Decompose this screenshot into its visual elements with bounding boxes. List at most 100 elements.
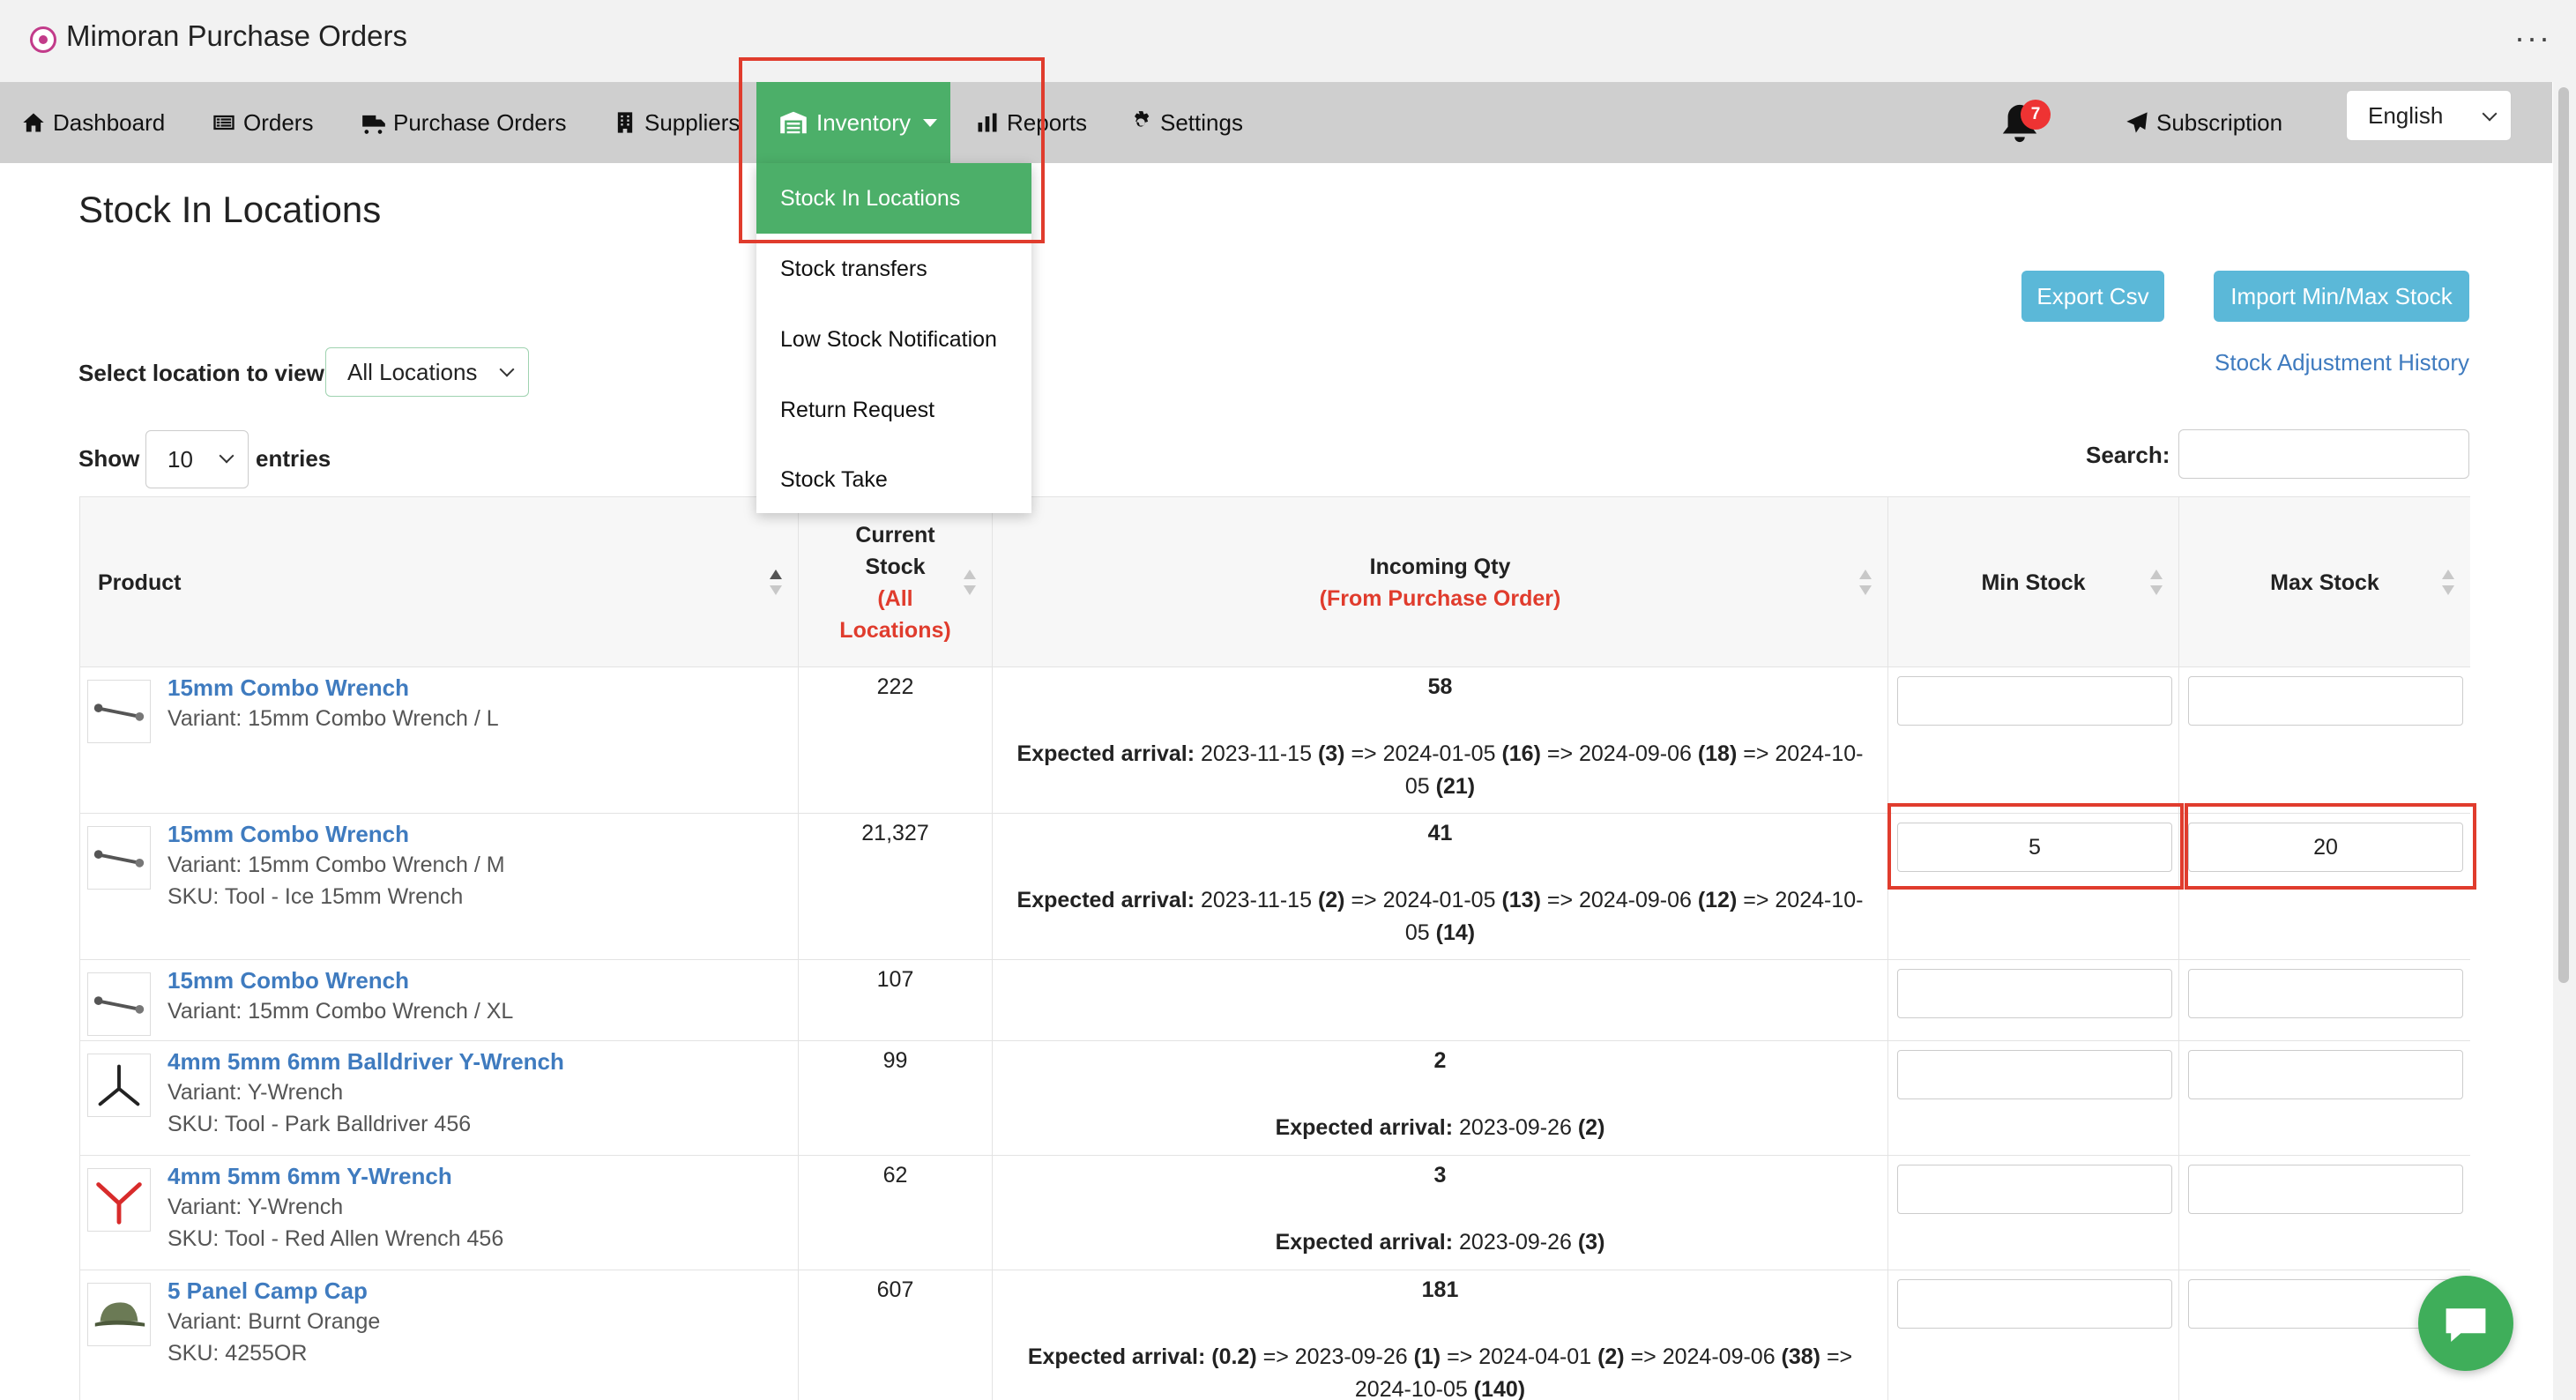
product-name-link[interactable]: 4mm 5mm 6mm Y-Wrench: [168, 1163, 452, 1190]
search-label: Search:: [2086, 442, 2170, 468]
max-stock-input[interactable]: [2188, 1050, 2463, 1099]
chat-button[interactable]: [2418, 1276, 2513, 1371]
header-max-stock-label: Max Stock: [2270, 570, 2379, 595]
nav-orders[interactable]: Orders: [212, 82, 313, 163]
min-stock-input[interactable]: [1897, 1165, 2172, 1214]
product-name-link[interactable]: 4mm 5mm 6mm Balldriver Y-Wrench: [168, 1048, 564, 1076]
product-sku: SKU: Tool - Ice 15mm Wrench: [168, 884, 464, 909]
min-stock-input[interactable]: [1897, 676, 2172, 726]
nav-subscription[interactable]: Subscription: [2125, 82, 2282, 163]
scrollbar-thumb[interactable]: [2558, 87, 2569, 983]
nav-dashboard-label: Dashboard: [53, 108, 166, 136]
nav-settings[interactable]: Settings: [1128, 82, 1243, 163]
entries-select[interactable]: 10: [145, 430, 249, 488]
chevron-down-icon: [499, 361, 515, 377]
expected-arrival: Expected arrival: 2023-11-15 (2) => 2024…: [1016, 888, 1864, 945]
building-icon: [617, 112, 633, 133]
highlight-max-stock: [2185, 803, 2476, 890]
product-variant: Variant: 15mm Combo Wrench / L: [168, 706, 499, 731]
list-icon: [213, 115, 235, 130]
chevron-down-icon: [219, 448, 235, 464]
min-stock-input[interactable]: [1897, 969, 2172, 1018]
menu-item-stock-transfers[interactable]: Stock transfers: [756, 234, 1031, 304]
product-variant: Variant: Burnt Orange: [168, 1309, 381, 1334]
import-minmax-button[interactable]: Import Min/Max Stock: [2214, 271, 2469, 322]
min-stock-cell: [1888, 667, 2179, 813]
product-name-link[interactable]: 15mm Combo Wrench: [168, 674, 409, 702]
header-product[interactable]: Product: [80, 497, 799, 668]
gear-icon: [1135, 111, 1150, 127]
product-name-link[interactable]: 5 Panel Camp Cap: [168, 1277, 368, 1305]
app-title: Mimoran Purchase Orders: [66, 19, 407, 52]
language-select[interactable]: English: [2346, 90, 2512, 141]
table-header: Product Current Stock (All Locations) In…: [80, 496, 2470, 668]
highlight-inventory-menu: [739, 57, 1045, 243]
entries-value: 10: [168, 445, 193, 473]
nav-dashboard[interactable]: Dashboard: [21, 82, 165, 163]
product-name-link[interactable]: 15mm Combo Wrench: [168, 967, 409, 994]
product-cell: 5 Panel Camp Cap Variant: Burnt Orange SKU…: [80, 1270, 799, 1400]
highlight-min-stock: [1887, 803, 2184, 890]
menu-item-stock-take[interactable]: Stock Take: [756, 444, 1031, 515]
header-max-stock[interactable]: Max Stock: [2179, 497, 2470, 668]
product-variant: Variant: Y-Wrench: [168, 1080, 344, 1105]
location-select[interactable]: All Locations: [325, 347, 529, 397]
nav-purchase-orders[interactable]: Purchase Orders: [361, 82, 567, 163]
table-row: 4mm 5mm 6mm Y-Wrench Variant: Y-Wrench SKU…: [80, 1156, 2470, 1270]
stock-adjustment-history-link[interactable]: Stock Adjustment History: [2215, 349, 2469, 376]
product-variant: Variant: 15mm Combo Wrench / XL: [168, 999, 514, 1024]
max-stock-input[interactable]: [2188, 969, 2463, 1018]
incoming-qty-cell: 58 Expected arrival: 2023-11-15 (3) => 20…: [993, 667, 1888, 813]
header-current-stock[interactable]: Current Stock (All Locations): [799, 497, 993, 668]
app-logo-icon: [30, 26, 56, 53]
chevron-down-icon: [2482, 106, 2498, 122]
current-stock-value: 99: [882, 1048, 908, 1073]
current-stock-value: 21,327: [861, 821, 929, 845]
incoming-qty-value: 41: [1427, 821, 1453, 845]
header-product-label: Product: [98, 570, 182, 595]
nav-suppliers[interactable]: Suppliers: [613, 82, 740, 163]
product-cell: 15mm Combo Wrench Variant: 15mm Combo Wre…: [80, 667, 799, 813]
min-stock-input[interactable]: [1897, 1279, 2172, 1329]
wrench-icon: [87, 826, 151, 890]
title-bar: Mimoran Purchase Orders ···: [0, 0, 2576, 82]
header-incoming-qty-label: Incoming Qty: [1369, 555, 1511, 579]
table-row: 15mm Combo Wrench Variant: 15mm Combo Wre…: [80, 960, 2470, 1041]
min-stock-input[interactable]: [1897, 1050, 2172, 1099]
location-label: Select location to view: [78, 360, 324, 386]
product-variant: Variant: 15mm Combo Wrench / M: [168, 853, 505, 877]
current-stock-cell: 222: [799, 667, 993, 813]
more-options-icon[interactable]: ···: [2514, 19, 2551, 56]
current-stock-value: 222: [876, 674, 914, 699]
export-csv-button[interactable]: Export Csv: [2021, 271, 2164, 322]
incoming-qty-cell: 181 Expected arrival: (0.2) => 2023-09-26…: [993, 1270, 1888, 1400]
max-stock-input[interactable]: [2188, 1165, 2463, 1214]
max-stock-cell: [2179, 1156, 2470, 1270]
incoming-qty-value: 3: [1433, 1163, 1447, 1188]
sort-icon: [2150, 570, 2163, 598]
header-incoming-qty[interactable]: Incoming Qty (From Purchase Order): [993, 497, 1888, 668]
scrollbar[interactable]: [2553, 82, 2576, 1400]
wrench-icon: [87, 680, 151, 743]
menu-item-low-stock-notification[interactable]: Low Stock Notification: [756, 304, 1031, 375]
max-stock-cell: [2179, 667, 2470, 813]
header-min-stock[interactable]: Min Stock: [1888, 497, 2179, 668]
product-sku: SKU: Tool - Park Balldriver 456: [168, 1112, 472, 1136]
product-name-link[interactable]: 15mm Combo Wrench: [168, 821, 409, 848]
incoming-qty-value: 58: [1427, 674, 1453, 699]
header-current-stock-note: (All Locations): [839, 586, 951, 643]
product-sku: SKU: Tool - Red Allen Wrench 456: [168, 1226, 504, 1251]
max-stock-input[interactable]: [2188, 676, 2463, 726]
menu-item-return-request[interactable]: Return Request: [756, 375, 1031, 445]
search-input[interactable]: [2178, 429, 2469, 479]
main-navbar: Dashboard Orders Purchase Orders Supplie…: [0, 82, 2552, 163]
min-stock-cell: [1888, 1041, 2179, 1155]
sort-icon: [964, 570, 976, 598]
current-stock-cell: 99: [799, 1041, 993, 1155]
sort-icon: [2442, 570, 2454, 598]
max-stock-cell: [2179, 960, 2470, 1040]
chat-bubble-icon: [2446, 1308, 2486, 1342]
current-stock-cell: 62: [799, 1156, 993, 1270]
incoming-qty-value: 2: [1433, 1048, 1447, 1073]
current-stock-value: 107: [876, 967, 914, 992]
